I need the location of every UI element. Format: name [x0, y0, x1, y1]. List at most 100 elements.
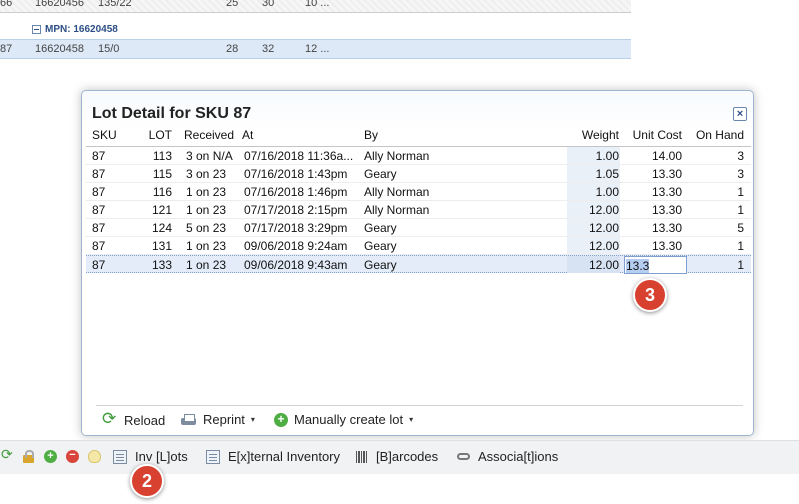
create-lot-button[interactable]: + Manually create lot ▾: [274, 412, 413, 427]
cell-by[interactable]: Ally Norman: [364, 203, 429, 217]
cell-at[interactable]: 07/16/2018 1:46pm: [244, 185, 347, 199]
tab-label: Associa[t]ions: [478, 449, 559, 464]
cell-received[interactable]: 1 on 23: [186, 239, 226, 253]
table-row[interactable]: 87 131 1 on 23 09/06/2018 9:24am Geary 12.00 1…: [86, 237, 751, 255]
cell-received[interactable]: 1 on 23: [186, 203, 226, 217]
cell-weight[interactable]: 1.05: [596, 167, 619, 181]
table-row[interactable]: 87 121 1 on 23 07/17/2018 2:15pm Ally Norman…: [86, 201, 751, 219]
cell-unit-cost[interactable]: 13.30: [652, 239, 682, 253]
cell-weight[interactable]: 12.00: [589, 258, 619, 272]
cell-at[interactable]: 07/16/2018 11:36a...: [244, 149, 353, 163]
callout-badge: 2: [130, 464, 164, 498]
cell-sku[interactable]: 87: [92, 203, 105, 217]
cell-unit-cost[interactable]: 13.30: [652, 221, 682, 235]
cell-sku[interactable]: 87: [92, 149, 105, 163]
cell-at[interactable]: 07/16/2018 1:43pm: [244, 167, 347, 181]
cell-by[interactable]: Geary: [364, 221, 397, 235]
column-header-at[interactable]: At: [242, 128, 253, 142]
reprint-button[interactable]: Reprint ▾: [180, 412, 255, 427]
column-header-received[interactable]: Received: [184, 128, 234, 142]
barcode-icon: [356, 450, 368, 463]
cell-lot[interactable]: 121: [152, 203, 172, 217]
tab-barcodes[interactable]: [B]arcodes: [356, 449, 438, 464]
cell-on-hand[interactable]: 3: [737, 167, 744, 181]
grid-cell: 16620458: [35, 43, 84, 55]
cell-lot[interactable]: 113: [153, 149, 172, 163]
cell-by[interactable]: Geary: [364, 167, 397, 181]
close-icon[interactable]: ×: [733, 107, 747, 121]
cell-sku[interactable]: 87: [92, 221, 105, 235]
cell-weight[interactable]: 1.00: [596, 185, 619, 199]
unit-cost-editor[interactable]: 13.3: [624, 256, 687, 274]
cell-at[interactable]: 09/06/2018 9:24am: [244, 239, 347, 253]
cell-by[interactable]: Geary: [364, 239, 397, 253]
table-row[interactable]: 87 115 3 on 23 07/16/2018 1:43pm Geary 1.05 13…: [86, 165, 751, 183]
cell-weight[interactable]: 12.00: [589, 239, 619, 253]
grid-header: SKU LOT Received At By Weight Unit Cost …: [86, 126, 751, 147]
collapse-icon[interactable]: [32, 25, 41, 34]
cell-lot[interactable]: 133: [152, 258, 172, 272]
table-row[interactable]: 87 133 1 on 23 09/06/2018 9:43am Geary 12.00 1…: [86, 255, 751, 274]
dialog-toolbar: Reload Reprint ▾ + Manually create lot ▾: [96, 405, 743, 435]
column-header-by[interactable]: By: [364, 128, 378, 142]
background-grid-row[interactable]: 66 16620456 135/22 25 30 10 ...: [0, 0, 631, 13]
add-icon[interactable]: +: [44, 450, 57, 463]
column-header-on-hand[interactable]: On Hand: [696, 128, 744, 142]
grid-cell: 135/22: [98, 0, 132, 9]
cell-weight[interactable]: 12.00: [589, 221, 619, 235]
cell-weight[interactable]: 1.00: [596, 149, 619, 163]
cell-at[interactable]: 07/17/2018 2:15pm: [244, 203, 347, 217]
tab-external-inventory[interactable]: E[x]ternal Inventory: [206, 449, 340, 464]
cell-received[interactable]: 3 on 23: [186, 167, 226, 181]
cell-sku[interactable]: 87: [92, 258, 105, 272]
cell-received[interactable]: 1 on 23: [186, 185, 226, 199]
cell-unit-cost[interactable]: 13.30: [652, 167, 682, 181]
cell-unit-cost[interactable]: 13.30: [652, 203, 682, 217]
cell-on-hand[interactable]: 5: [737, 221, 744, 235]
cell-unit-cost[interactable]: 14.00: [652, 149, 682, 163]
cell-received[interactable]: 5 on 23: [186, 221, 226, 235]
column-header-sku[interactable]: SKU: [92, 128, 117, 142]
grid-cell: 32: [262, 43, 275, 55]
background-grid-row-selected[interactable]: 87 16620458 15/0 28 32 12 ...: [0, 39, 631, 59]
cell-unit-cost[interactable]: 13.30: [652, 185, 682, 199]
column-header-weight[interactable]: Weight: [582, 128, 619, 142]
cell-received[interactable]: 3 on N/A: [186, 149, 233, 163]
tab-associations[interactable]: Associa[t]ions: [457, 449, 558, 464]
table-row[interactable]: 87 124 5 on 23 07/17/2018 3:29pm Geary 12.00 1…: [86, 219, 751, 237]
resize-grip-icon[interactable]: [404, 474, 434, 478]
tab-inv-lots[interactable]: Inv [L]ots: [113, 449, 188, 464]
reload-button[interactable]: Reload: [102, 409, 165, 429]
table-row[interactable]: 87 113 3 on N/A 07/16/2018 11:36a... Ally No…: [86, 147, 751, 165]
lock-icon[interactable]: [22, 450, 35, 463]
cell-on-hand[interactable]: 1: [737, 203, 744, 217]
cell-by[interactable]: Ally Norman: [364, 185, 429, 199]
remove-icon[interactable]: −: [66, 450, 79, 463]
cell-sku[interactable]: 87: [92, 185, 105, 199]
cell-at[interactable]: 09/06/2018 9:43am: [244, 258, 347, 272]
cell-at[interactable]: 07/17/2018 3:29pm: [244, 221, 347, 235]
cell-on-hand[interactable]: 3: [737, 149, 744, 163]
cell-lot[interactable]: 115: [153, 167, 172, 181]
cell-lot[interactable]: 116: [153, 185, 172, 199]
cell-by[interactable]: Geary: [364, 258, 397, 272]
cell-lot[interactable]: 124: [152, 221, 172, 235]
mpn-group-header[interactable]: MPN: 16620458: [32, 24, 118, 35]
dialog-title: Lot Detail for SKU 87: [92, 105, 252, 122]
add-icon: +: [274, 412, 288, 427]
cell-sku[interactable]: 87: [92, 167, 105, 181]
refresh-icon[interactable]: ⟳: [1, 447, 14, 463]
table-row[interactable]: 87 116 1 on 23 07/16/2018 1:46pm Ally Norman…: [86, 183, 751, 201]
link-icon: [457, 453, 470, 460]
cell-on-hand[interactable]: 1: [737, 185, 744, 199]
lightbulb-icon[interactable]: [88, 450, 101, 463]
cell-sku[interactable]: 87: [92, 239, 105, 253]
cell-weight[interactable]: 12.00: [589, 203, 619, 217]
cell-by[interactable]: Ally Norman: [364, 149, 429, 163]
column-header-unit-cost[interactable]: Unit Cost: [633, 128, 682, 142]
cell-lot[interactable]: 131: [152, 239, 172, 253]
cell-received[interactable]: 1 on 23: [186, 258, 226, 272]
cell-on-hand[interactable]: 1: [737, 239, 744, 253]
column-header-lot[interactable]: LOT: [149, 128, 172, 142]
cell-on-hand[interactable]: 1: [737, 258, 744, 272]
